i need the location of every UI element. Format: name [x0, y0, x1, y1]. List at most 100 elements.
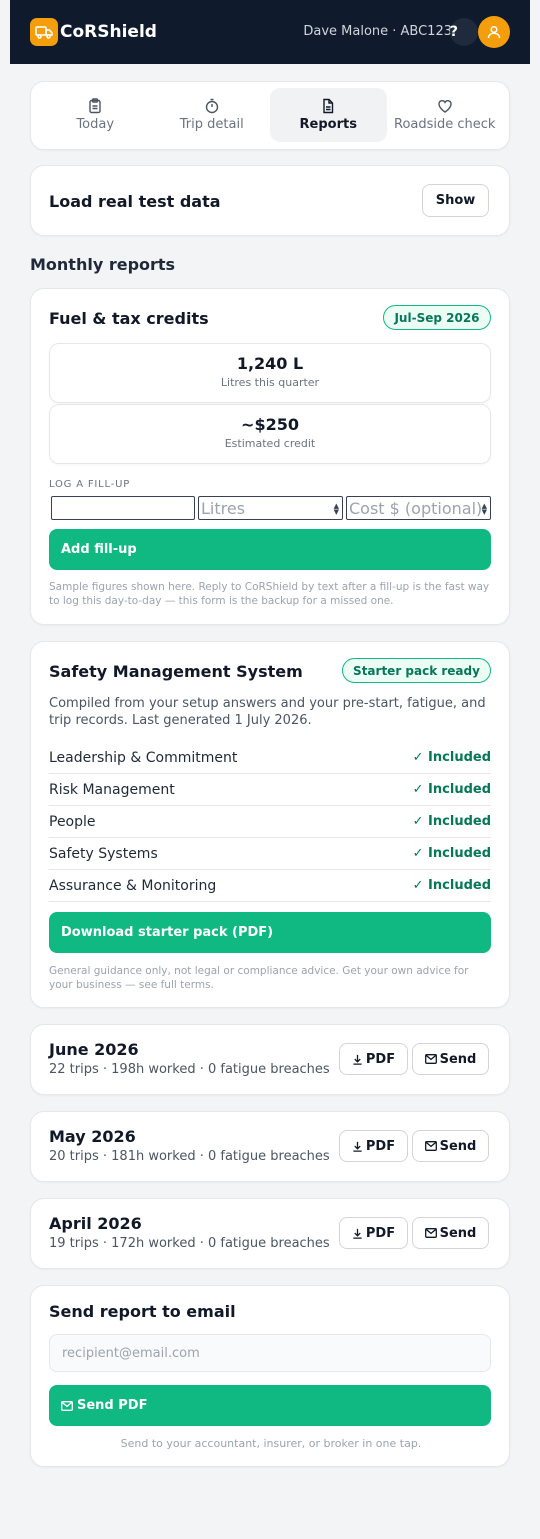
pillar-row: Safety Systems ✓ Included	[49, 838, 491, 870]
pillar-row: People ✓ Included	[49, 806, 491, 838]
brand-name: CoRShield	[60, 22, 157, 42]
mail-icon	[424, 1141, 437, 1151]
sms-description: Compiled from your setup answers and you…	[49, 696, 486, 728]
sms-title: Safety Management System	[49, 662, 303, 681]
pdf-label: PDF	[365, 1051, 396, 1067]
send-label: Send	[439, 1051, 477, 1067]
tab-roadside-check[interactable]: Roadside check	[387, 88, 504, 142]
add-fillup-button[interactable]: Add fill-up	[49, 529, 491, 570]
download-starter-pack-button[interactable]: Download starter pack (PDF)	[49, 912, 491, 953]
pdf-label: PDF	[365, 1138, 396, 1154]
month-title: June 2026	[49, 1040, 139, 1059]
tab-label: Trip detail	[179, 117, 244, 132]
email-placeholder: recipient@email.com	[62, 1345, 200, 1361]
show-button-label: Show	[435, 193, 476, 208]
fillup-date-input[interactable]	[51, 496, 195, 520]
fuel-title: Fuel & tax credits	[49, 309, 209, 328]
pdf-label: PDF	[365, 1225, 396, 1241]
log-fillup-label: LOG A FILL-UP	[49, 479, 131, 490]
user-label: Dave Malone · ABC123	[303, 24, 452, 39]
pdf-button[interactable]: PDF	[339, 1217, 408, 1249]
starter-pack-label: Starter pack ready	[353, 663, 480, 678]
mail-icon	[424, 1054, 437, 1064]
tab-reports[interactable]: Reports	[270, 88, 387, 142]
included-status: ✓ Included	[412, 750, 491, 765]
credit-stat: ~$250 Estimated credit	[49, 404, 491, 464]
show-test-data-button[interactable]: Show	[422, 184, 489, 217]
credit-value: ~$250	[241, 415, 299, 434]
fuel-note: Sample figures shown here. Reply to CoRS…	[49, 581, 490, 607]
add-fillup-label: Add fill-up	[61, 542, 137, 557]
tab-label: Today	[76, 117, 115, 132]
monthly-reports-heading: Monthly reports	[30, 255, 176, 274]
pillar-row: Assurance & Monitoring ✓ Included	[49, 870, 491, 902]
stepper-icon[interactable]: ▲ ▼	[480, 503, 487, 516]
tab-today[interactable]: Today	[37, 88, 154, 142]
included-status: ✓ Included	[412, 814, 491, 829]
cost-input[interactable]: Cost $ (optional) ▲ ▼	[346, 496, 491, 520]
month-summary: 19 trips · 172h worked · 0 fatigue breac…	[49, 1236, 330, 1251]
user-icon	[487, 25, 501, 39]
month-card-april: April 2026 19 trips · 172h worked · 0 fa…	[30, 1198, 510, 1269]
stepper-icon[interactable]: ▲ ▼	[334, 503, 339, 516]
stopwatch-icon	[205, 98, 218, 114]
sms-disclaimer: General guidance only, not legal or comp…	[49, 965, 469, 991]
month-title: April 2026	[49, 1214, 142, 1233]
included-status: ✓ Included	[412, 782, 491, 797]
litres-label: Litres this quarter	[220, 376, 320, 389]
month-card-may: May 2026 20 trips · 181h worked · 0 fati…	[30, 1111, 510, 1182]
pillar-row: Risk Management ✓ Included	[49, 774, 491, 806]
fuel-card: Fuel & tax credits Jul-Sep 2026 1,240 L …	[30, 288, 510, 625]
download-icon	[353, 1054, 362, 1065]
send-button[interactable]: Send	[412, 1217, 489, 1249]
month-card-june: June 2026 22 trips · 198h worked · 0 fat…	[30, 1024, 510, 1095]
help-icon: ?	[449, 24, 458, 40]
pillar-name: People	[49, 813, 96, 830]
litres-value: 1,240 L	[236, 354, 304, 373]
pdf-button[interactable]: PDF	[339, 1043, 408, 1075]
pillar-name: Leadership & Commitment	[49, 749, 238, 766]
sms-card: Safety Management System Starter pack re…	[30, 641, 510, 1008]
mail-icon	[424, 1228, 437, 1238]
month-summary: 20 trips · 181h worked · 0 fatigue breac…	[49, 1149, 330, 1164]
credit-label: Estimated credit	[224, 437, 316, 450]
pillar-name: Assurance & Monitoring	[49, 877, 217, 894]
email-card-title: Send report to email	[49, 1302, 236, 1321]
send-pdf-button[interactable]: Send PDF	[49, 1385, 491, 1426]
pillar-row: Leadership & Commitment ✓ Included	[49, 742, 491, 774]
litres-placeholder: Litres	[201, 498, 246, 518]
download-icon	[353, 1228, 362, 1239]
included-status: ✓ Included	[412, 878, 491, 893]
top-bar: CoRShield Dave Malone · ABC123 ?	[10, 0, 530, 64]
mail-icon	[61, 1400, 73, 1411]
pillar-name: Safety Systems	[49, 845, 158, 862]
pillar-name: Risk Management	[49, 781, 175, 798]
tab-trip-detail[interactable]: Trip detail	[154, 88, 271, 142]
email-card: Send report to email recipient@email.com…	[30, 1285, 510, 1467]
recipient-email-input[interactable]: recipient@email.com	[49, 1334, 491, 1372]
starter-pack-badge: Starter pack ready	[342, 658, 491, 683]
tab-label: Reports	[299, 117, 357, 132]
download-icon	[353, 1141, 362, 1152]
litres-stat: 1,240 L Litres this quarter	[49, 343, 491, 403]
send-label: Send	[439, 1225, 477, 1241]
month-title: May 2026	[49, 1127, 136, 1146]
download-label: Download starter pack (PDF)	[61, 925, 274, 940]
send-button[interactable]: Send	[412, 1043, 489, 1075]
cost-placeholder: Cost $ (optional)	[349, 498, 483, 518]
period-badge: Jul-Sep 2026	[383, 305, 491, 330]
send-pdf-label: Send PDF	[77, 1398, 148, 1413]
avatar[interactable]	[478, 16, 510, 48]
truck-icon	[30, 18, 58, 46]
document-icon	[323, 98, 334, 114]
heart-icon	[438, 100, 452, 113]
litres-input[interactable]: Litres ▲ ▼	[198, 496, 343, 520]
period-label: Jul-Sep 2026	[394, 310, 480, 325]
clipboard-icon	[89, 98, 101, 114]
tab-bar: Today Trip detail Reports Roadside check	[30, 81, 510, 150]
pdf-button[interactable]: PDF	[339, 1130, 408, 1162]
send-button[interactable]: Send	[412, 1130, 489, 1162]
send-label: Send	[439, 1138, 477, 1154]
test-data-card: Load real test data Show	[30, 165, 510, 236]
email-note: Send to your accountant, insurer, or bro…	[120, 1437, 422, 1450]
